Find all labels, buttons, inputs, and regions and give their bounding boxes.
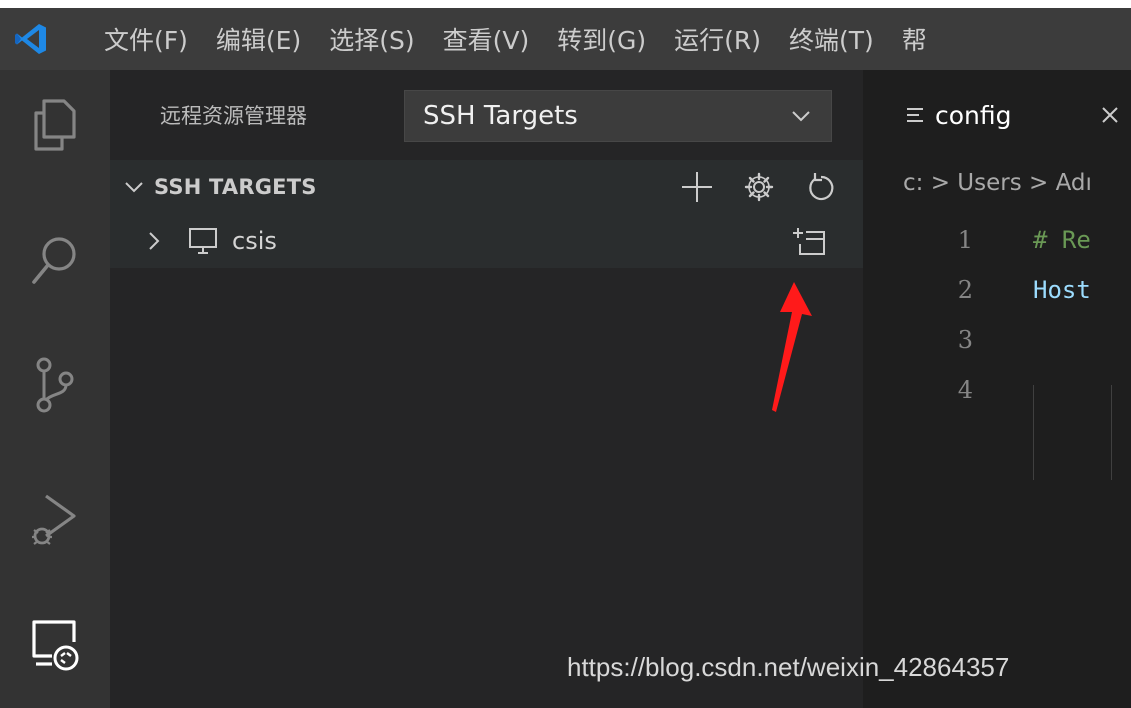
cropped-caption-strip <box>0 0 1131 8</box>
run-debug-icon[interactable] <box>0 470 110 570</box>
gear-icon[interactable] <box>735 167 783 207</box>
monitor-icon <box>188 227 224 255</box>
code-text[interactable]: Host <box>1033 276 1091 304</box>
line-number: 3 <box>957 326 973 354</box>
ssh-target-csis[interactable]: csis <box>110 214 863 268</box>
chevron-right-icon[interactable] <box>148 231 172 251</box>
tab-config[interactable]: config <box>863 70 1131 160</box>
sidebar-title: 远程资源管理器 <box>160 104 307 128</box>
target-select-value: SSH Targets <box>423 101 578 131</box>
menu-selection[interactable]: 选择(S) <box>327 17 416 61</box>
indent-guide <box>1033 385 1034 480</box>
target-label: csis <box>232 227 277 255</box>
line-number: 2 <box>957 276 973 304</box>
search-icon[interactable] <box>0 210 110 310</box>
menu-view[interactable]: 查看(V) <box>441 17 532 61</box>
menu-edit[interactable]: 编辑(E) <box>214 17 303 61</box>
connect-in-new-window-icon[interactable] <box>787 221 831 261</box>
source-control-icon[interactable] <box>0 335 110 435</box>
editor-area: config c: > Users > Adı 1 # Re 2 Host 3 … <box>863 70 1131 708</box>
code-line: 2 Host <box>863 270 1131 320</box>
menu-run[interactable]: 运行(R) <box>672 17 763 61</box>
line-number: 1 <box>957 226 973 254</box>
chevron-down-icon <box>124 181 148 193</box>
code-text[interactable]: # Re <box>1033 226 1091 254</box>
code-line: 4 <box>863 370 1131 420</box>
section-actions <box>659 167 845 207</box>
remote-target-select[interactable]: SSH Targets <box>404 90 832 142</box>
menu-terminal[interactable]: 终端(T) <box>787 17 876 61</box>
breadcrumb[interactable]: c: > Users > Adı <box>903 170 1092 196</box>
indent-guide <box>1111 385 1112 480</box>
tab-label: config <box>935 100 1012 130</box>
lines-file-icon <box>905 106 927 124</box>
red-arrow-annotation <box>772 282 812 412</box>
menu-go[interactable]: 转到(G) <box>555 17 648 61</box>
code-line: 3 <box>863 320 1131 370</box>
activity-bar <box>0 70 110 708</box>
sidebar: 远程资源管理器 SSH Targets SSH TARGETS csis <box>110 70 863 708</box>
ssh-targets-section-header[interactable]: SSH TARGETS <box>110 160 863 214</box>
refresh-icon[interactable] <box>797 167 845 207</box>
add-icon[interactable] <box>673 167 721 207</box>
close-icon[interactable] <box>1101 106 1131 124</box>
menu-file[interactable]: 文件(F) <box>102 17 190 61</box>
menu-bar: 文件(F) 编辑(E) 选择(S) 查看(V) 转到(G) 运行(R) 终端(T… <box>0 8 1131 70</box>
code-lines: 1 # Re 2 Host 3 4 <box>863 220 1131 480</box>
section-label: SSH TARGETS <box>154 175 317 199</box>
watermark: https://blog.csdn.net/weixin_42864357 <box>567 652 1010 682</box>
line-number: 4 <box>957 376 973 404</box>
menu-help[interactable]: 帮 <box>900 17 929 61</box>
remote-explorer-icon[interactable] <box>0 595 110 695</box>
code-line: 1 # Re <box>863 220 1131 270</box>
vscode-logo-icon <box>0 8 62 70</box>
explorer-icon[interactable] <box>0 75 110 175</box>
chevron-down-icon <box>781 110 821 122</box>
